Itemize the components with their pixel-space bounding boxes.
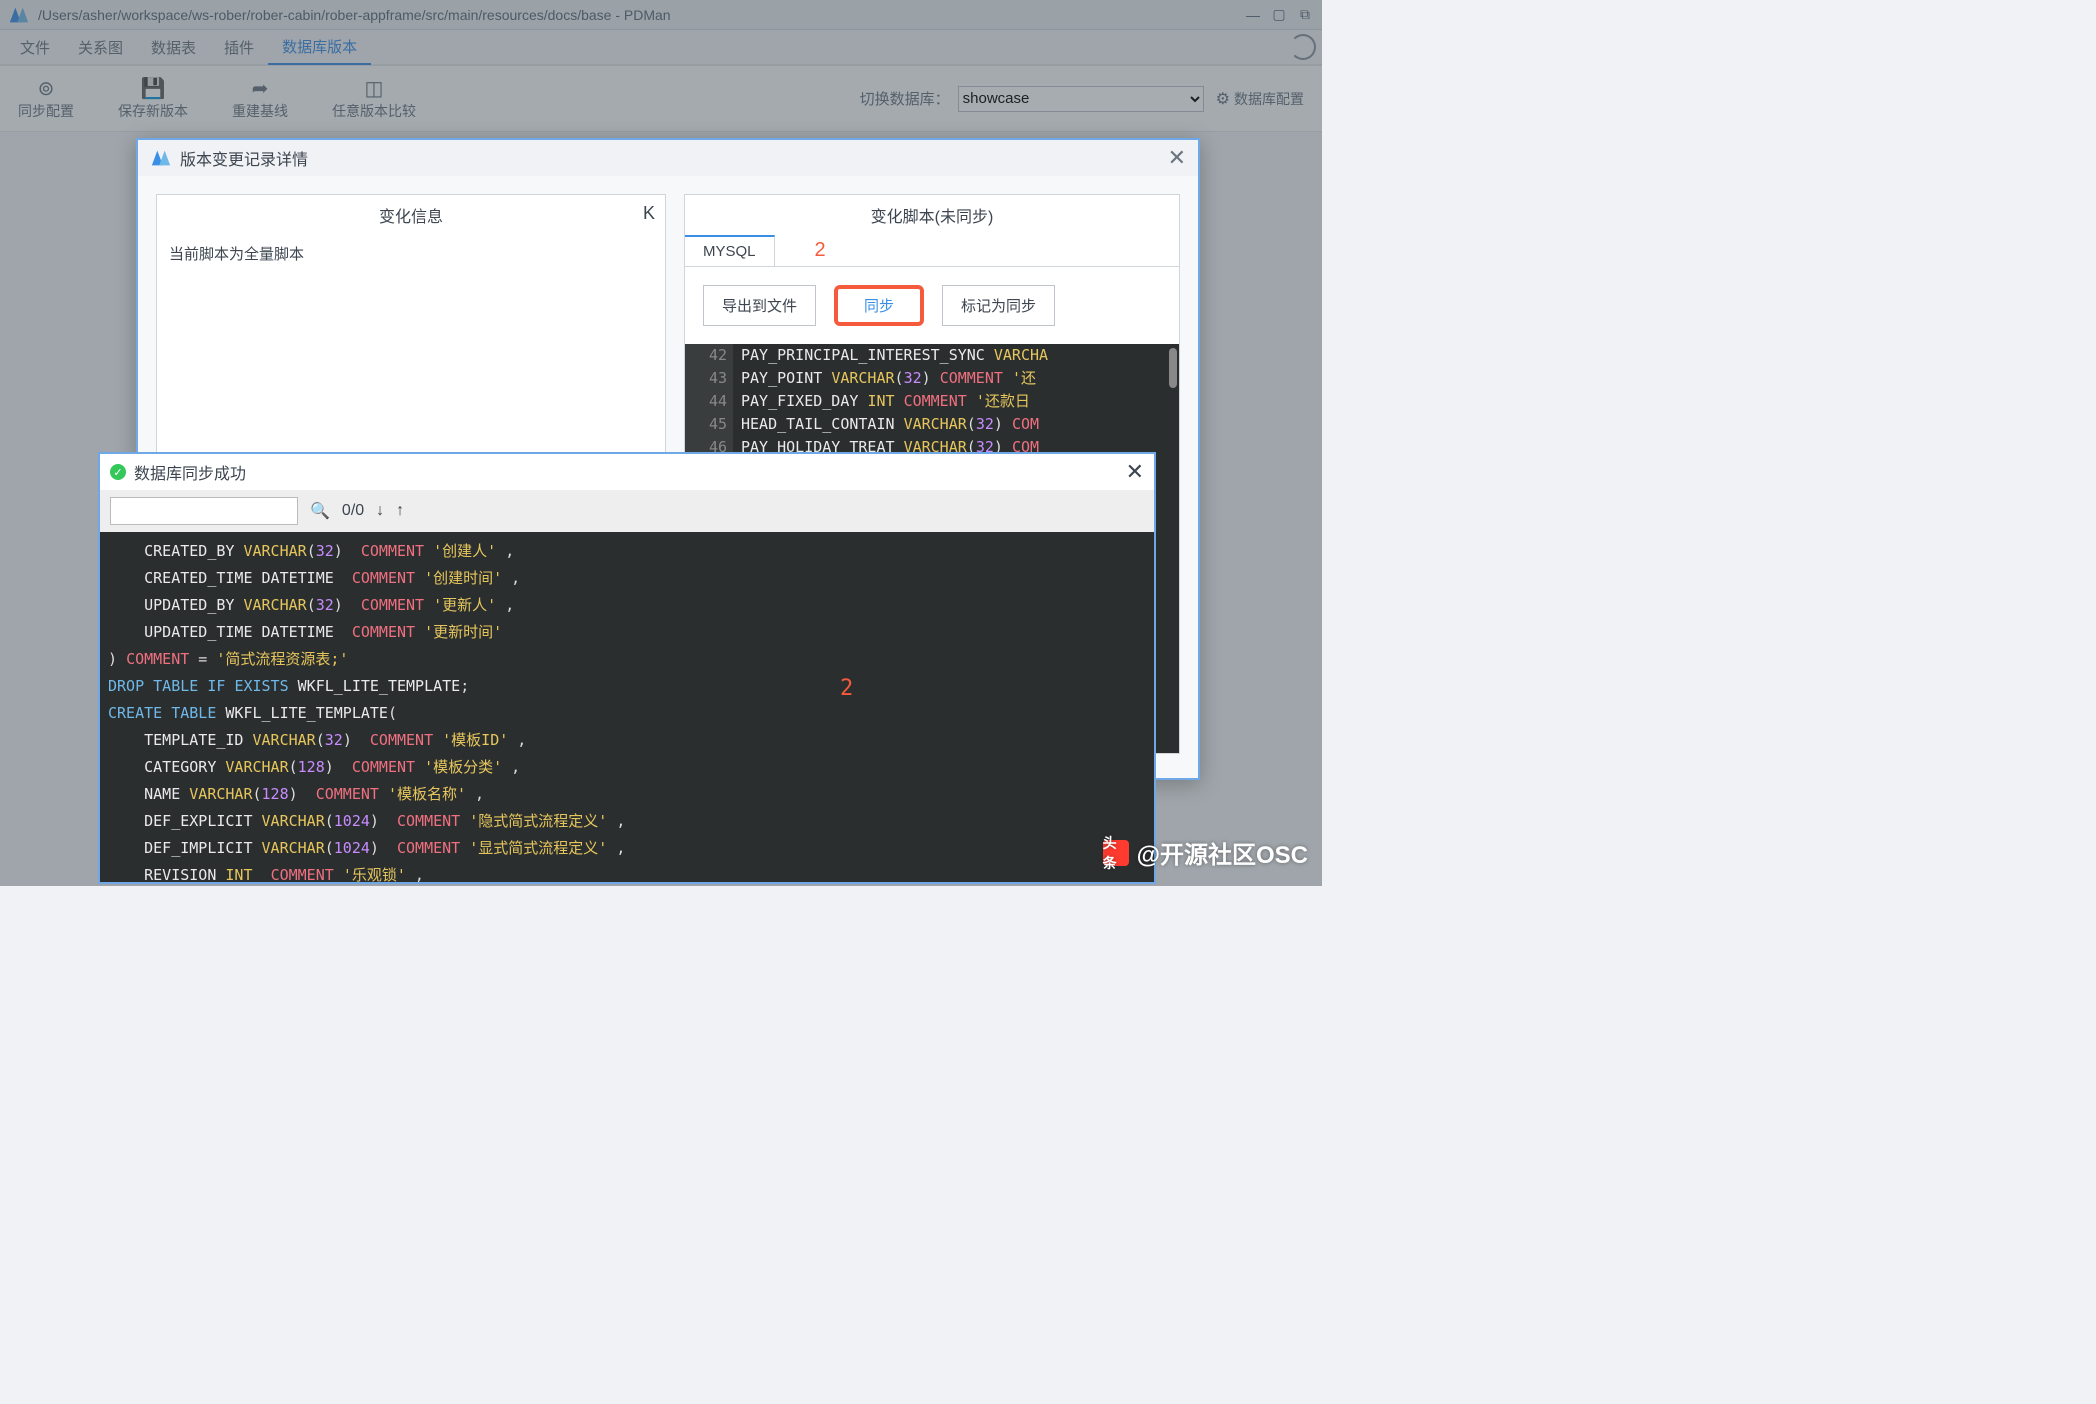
annotation-2b: 2 <box>840 676 853 701</box>
modal-close-icon[interactable]: ✕ <box>1168 145 1186 171</box>
search-bar: 🔍 0/0 ↓ ↑ <box>100 490 1154 532</box>
annotation-2: 2 <box>815 239 826 262</box>
export-to-file-button[interactable]: 导出到文件 <box>703 285 816 326</box>
next-match-icon[interactable]: ↓ <box>376 502 384 520</box>
tab-mysql[interactable]: MYSQL <box>685 235 775 266</box>
search-count: 0/0 <box>342 502 364 520</box>
search-input[interactable] <box>110 497 298 525</box>
modal-header: 版本变更记录详情 ✕ <box>138 140 1198 176</box>
sync-success-modal: ✓ 数据库同步成功 ✕ 🔍 0/0 ↓ ↑ 2 CREATED_BY VARCH… <box>98 452 1156 884</box>
panel-k-label: K <box>643 203 655 224</box>
change-script-title: 变化脚本(未同步) <box>685 195 1179 235</box>
modal-title: 版本变更记录详情 <box>180 146 308 170</box>
sync-button[interactable]: 同步 <box>834 285 924 326</box>
watermark-icon: 头条 <box>1103 840 1129 866</box>
full-script-note: 当前脚本为全量脚本 <box>157 235 665 272</box>
success-check-icon: ✓ <box>110 464 126 480</box>
watermark: 头条 @开源社区OSC <box>1103 835 1308 870</box>
sync-modal-title: 数据库同步成功 <box>134 460 246 484</box>
scrollbar[interactable] <box>1169 348 1177 388</box>
script-tabs: MYSQL 2 <box>685 235 1179 267</box>
sync-modal-close-icon[interactable]: ✕ <box>1126 459 1144 485</box>
mark-as-synced-button[interactable]: 标记为同步 <box>942 285 1055 326</box>
search-icon[interactable]: 🔍 <box>310 501 330 521</box>
prev-match-icon[interactable]: ↑ <box>396 502 404 520</box>
modal-logo-icon <box>150 148 172 168</box>
sync-log-viewer[interactable]: 2 CREATED_BY VARCHAR(32) COMMENT '创建人' ,… <box>100 532 1154 882</box>
sync-modal-header: ✓ 数据库同步成功 ✕ <box>100 454 1154 490</box>
watermark-text: @开源社区OSC <box>1137 835 1308 870</box>
change-info-title: 变化信息 <box>157 195 665 235</box>
